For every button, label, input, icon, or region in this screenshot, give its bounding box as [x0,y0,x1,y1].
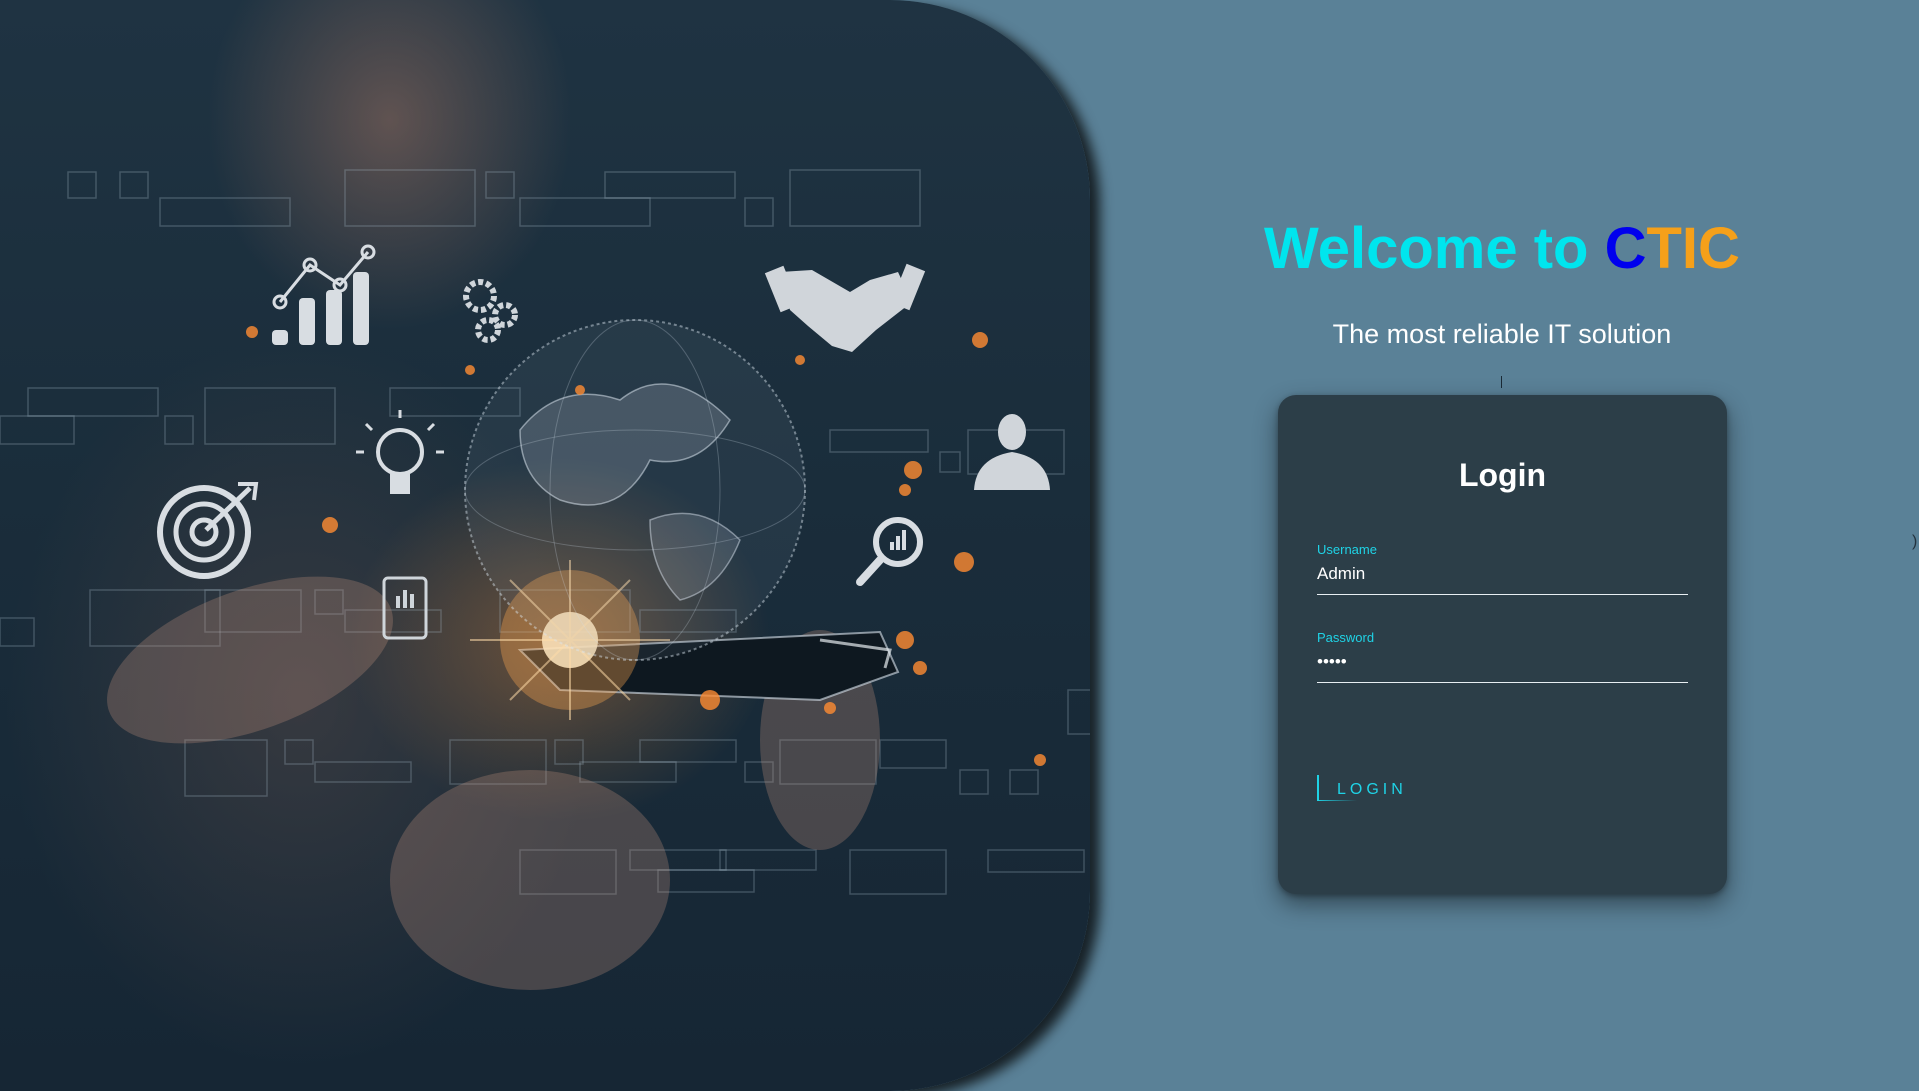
hero-illustration [0,169,1090,990]
login-button[interactable]: LOGIN [1317,775,1407,805]
target-icon [157,482,259,579]
username-label: Username [1317,542,1377,557]
tagline: The most reliable IT solution [1332,319,1672,349]
businessman-icon [974,414,1050,490]
welcome-prefix: Welcome to [1264,216,1605,281]
login-card: Login Username Password LOGIN [1278,395,1727,894]
password-label: Password [1317,630,1375,645]
lightbulb-icon [356,410,444,494]
magnifier-chart-icon [856,517,923,586]
handshake-icon [764,263,926,352]
line-chart-icon [272,244,376,345]
username-field-group: Username [1317,542,1688,595]
username-input[interactable] [1317,564,1688,595]
hands-decoration [107,576,880,990]
welcome-heading: Welcome to CTIC [1227,205,1777,293]
brand-letter-c: C [1604,216,1647,281]
password-input[interactable] [1317,652,1688,683]
hero-image-panel [0,0,1090,1091]
brand-name-rest: TIC [1646,216,1740,281]
gears-icon [463,279,518,343]
edge-mark: ) [1912,533,1918,550]
login-title: Login [1458,457,1547,493]
globe-icon [464,319,806,661]
text-cursor-mark [1501,376,1502,388]
password-field-group: Password [1317,630,1688,683]
login-page: Welcome to CTIC The most reliable IT sol… [0,0,1919,1091]
